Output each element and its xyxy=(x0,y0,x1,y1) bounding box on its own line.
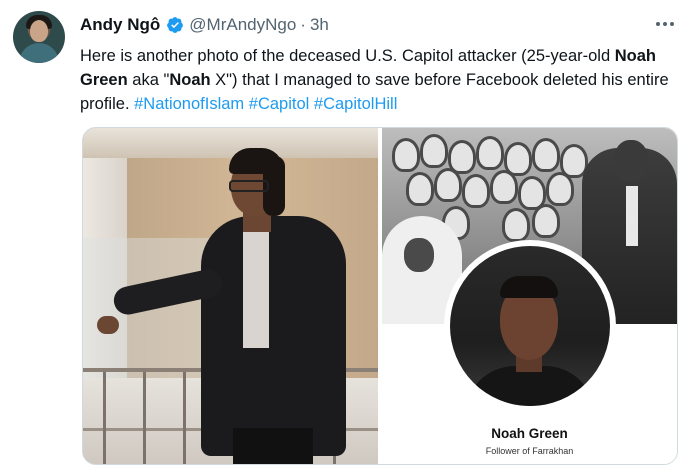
photo-facebook-profile[interactable]: Noah Green Follower of Farrakhan xyxy=(382,128,677,464)
author-avatar[interactable] xyxy=(13,11,65,63)
profile-subtitle: Follower of Farrakhan xyxy=(485,446,574,456)
cover-figure xyxy=(546,172,574,206)
tweet-text: Here is another photo of the deceased U.… xyxy=(80,44,680,116)
tweet-timestamp[interactable]: 3h xyxy=(310,15,329,35)
tweet-text-bold: Noah xyxy=(169,71,211,89)
profile-hair xyxy=(500,276,558,298)
photo-legs xyxy=(233,428,313,464)
avatar-face xyxy=(30,20,48,42)
hashtag-link[interactable]: #CapitolHill xyxy=(314,95,397,113)
cover-suit-head xyxy=(614,140,648,182)
more-options-icon[interactable] xyxy=(654,16,676,32)
more-dot xyxy=(656,22,660,26)
cover-figure xyxy=(532,204,560,238)
avatar-body xyxy=(19,43,59,63)
photo-baluster xyxy=(143,372,146,464)
cover-white-figure-face xyxy=(404,238,434,272)
photo-shirt xyxy=(243,228,269,348)
photo-man-on-balcony[interactable] xyxy=(83,128,378,464)
photo-hand xyxy=(97,316,119,334)
author-name[interactable]: Andy Ngô xyxy=(80,15,160,35)
photo-baluster xyxy=(103,372,106,464)
photo-coat xyxy=(201,216,346,456)
tweet-header: Andy Ngô @MrAndyNgo · 3h xyxy=(80,13,329,37)
tweet-text-part: Here is another photo of the deceased U.… xyxy=(80,47,615,65)
cover-figure xyxy=(406,172,434,206)
cover-figure xyxy=(462,174,490,208)
more-dot xyxy=(670,22,674,26)
separator-dot: · xyxy=(300,15,306,34)
profile-picture xyxy=(450,246,610,406)
tweet-text-part: aka " xyxy=(127,71,170,89)
cover-figure xyxy=(532,138,560,172)
profile-shirt xyxy=(465,366,595,406)
hashtag-link[interactable]: #Capitol xyxy=(249,95,310,113)
cover-figure xyxy=(420,134,448,168)
photo-baluster xyxy=(183,372,186,464)
tweet-media[interactable]: Noah Green Follower of Farrakhan xyxy=(82,127,678,465)
author-handle[interactable]: @MrAndyNgo xyxy=(189,15,296,35)
photo-ceiling xyxy=(83,128,378,158)
verified-badge-icon xyxy=(167,17,184,33)
more-dot xyxy=(663,22,667,26)
cover-figure xyxy=(490,170,518,204)
cover-suit-shirt xyxy=(626,186,638,246)
cover-figure xyxy=(434,168,462,202)
cover-figure xyxy=(392,138,420,172)
hashtag-link[interactable]: #NationofIslam xyxy=(134,95,244,113)
cover-figure xyxy=(476,136,504,170)
photo-glasses xyxy=(229,180,269,192)
cover-figure xyxy=(502,208,530,242)
profile-name: Noah Green xyxy=(491,426,568,441)
